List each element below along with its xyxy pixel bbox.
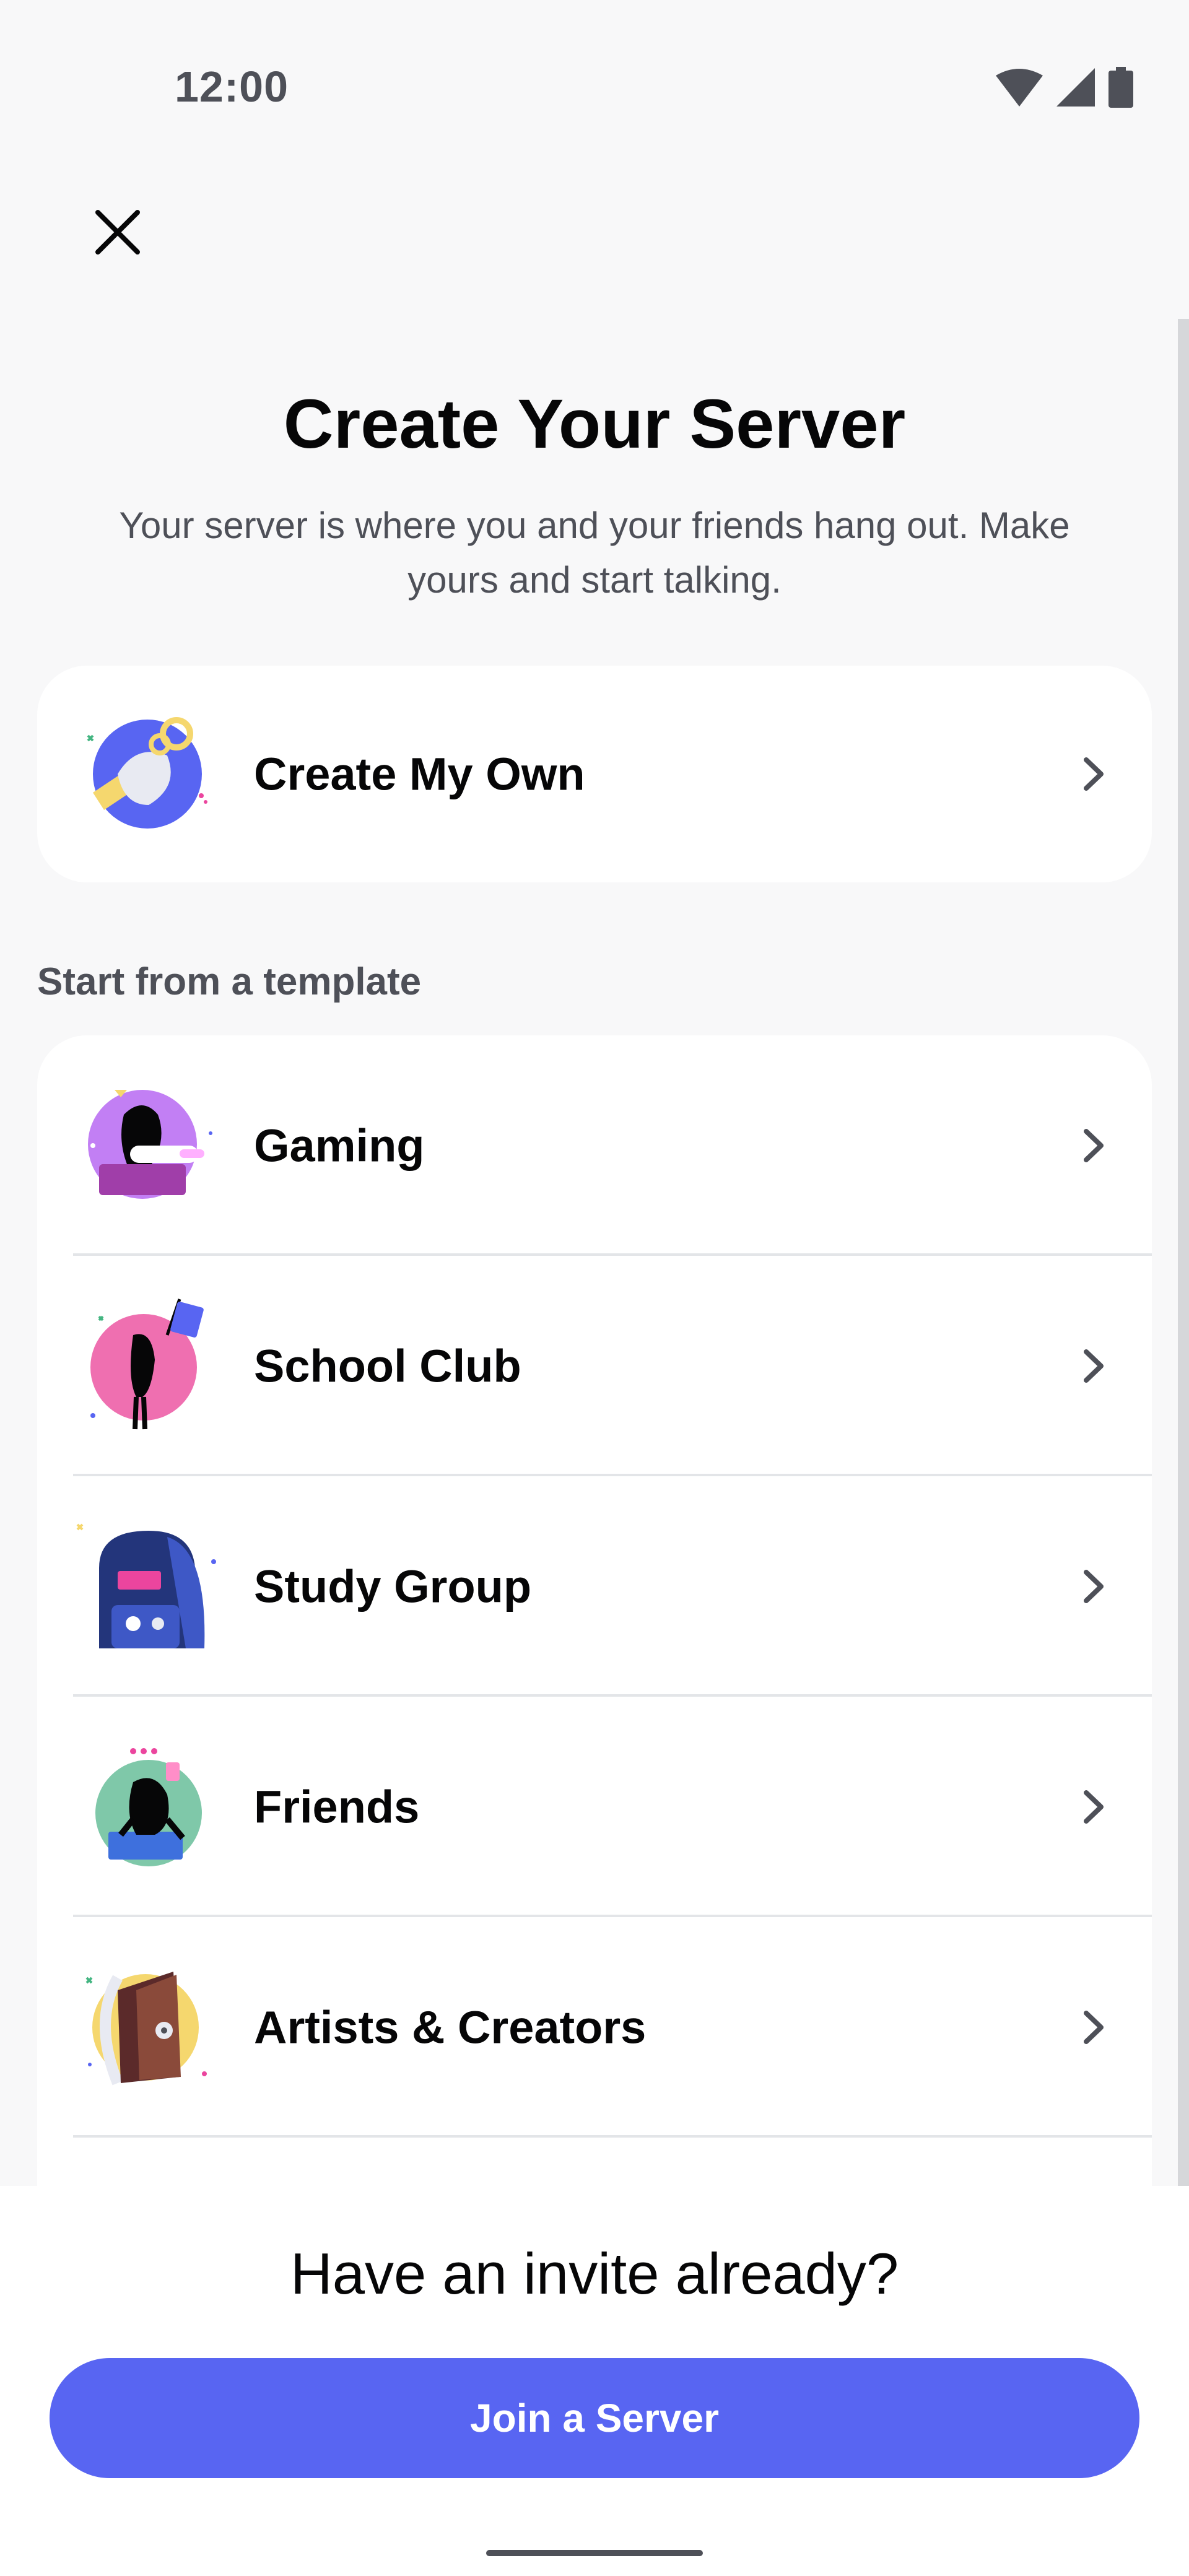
close-button[interactable] (81, 195, 155, 269)
template-section-label: Start from a template (37, 960, 422, 1003)
chevron-right-icon (1084, 757, 1104, 791)
template-label: Friends (254, 1781, 420, 1833)
home-indicator[interactable] (486, 2550, 703, 2556)
friends-icon (95, 1748, 202, 1866)
page-subtitle: Your server is where you and your friend… (119, 505, 1070, 601)
study-group-icon (76, 1523, 216, 1648)
template-label: Gaming (254, 1120, 425, 1172)
template-label: Study Group (254, 1560, 532, 1612)
create-own-icon (87, 717, 207, 829)
battery-icon (1108, 67, 1133, 108)
template-row-friends[interactable]: Friends (37, 1697, 1152, 1917)
close-icon (95, 210, 140, 255)
template-row-gaming[interactable]: Gaming (37, 1035, 1152, 1256)
chevron-right-icon (1084, 1129, 1104, 1162)
join-server-button[interactable]: Join a Server (50, 2358, 1139, 2478)
template-label: Artists & Creators (254, 2001, 647, 2053)
chevron-right-icon (1084, 1790, 1104, 1824)
school-club-icon (90, 1299, 204, 1430)
invite-footer: Have an invite already? Join a Server (0, 2186, 1189, 2576)
status-bar: 12:00 (0, 0, 1189, 149)
gaming-icon (88, 1090, 212, 1199)
template-row-study-group[interactable]: Study Group (37, 1476, 1152, 1697)
status-time: 12:00 (175, 63, 289, 111)
status-icons (996, 67, 1133, 108)
template-row-artists-creators[interactable]: Artists & Creators (37, 1917, 1152, 2138)
page-title: Create Your Server (283, 385, 906, 463)
template-label: School Club (254, 1340, 521, 1392)
chevron-right-icon (1084, 1349, 1104, 1383)
template-row-school-club[interactable]: School Club (37, 1256, 1152, 1476)
wifi-icon (996, 69, 1043, 107)
create-own-row[interactable]: Create My Own (37, 666, 1152, 882)
chevron-right-icon (1084, 1570, 1104, 1603)
cellular-signal-icon (1056, 68, 1095, 107)
template-list: Gaming School Club Study Group Friends A… (37, 1035, 1152, 2274)
invite-heading: Have an invite already? (290, 2241, 899, 2306)
chevron-right-icon (1084, 2011, 1104, 2044)
artists-creators-icon (85, 1972, 207, 2086)
create-own-card: Create My Own (37, 666, 1152, 882)
scrollbar[interactable] (1178, 319, 1189, 2186)
create-own-label: Create My Own (254, 748, 585, 800)
